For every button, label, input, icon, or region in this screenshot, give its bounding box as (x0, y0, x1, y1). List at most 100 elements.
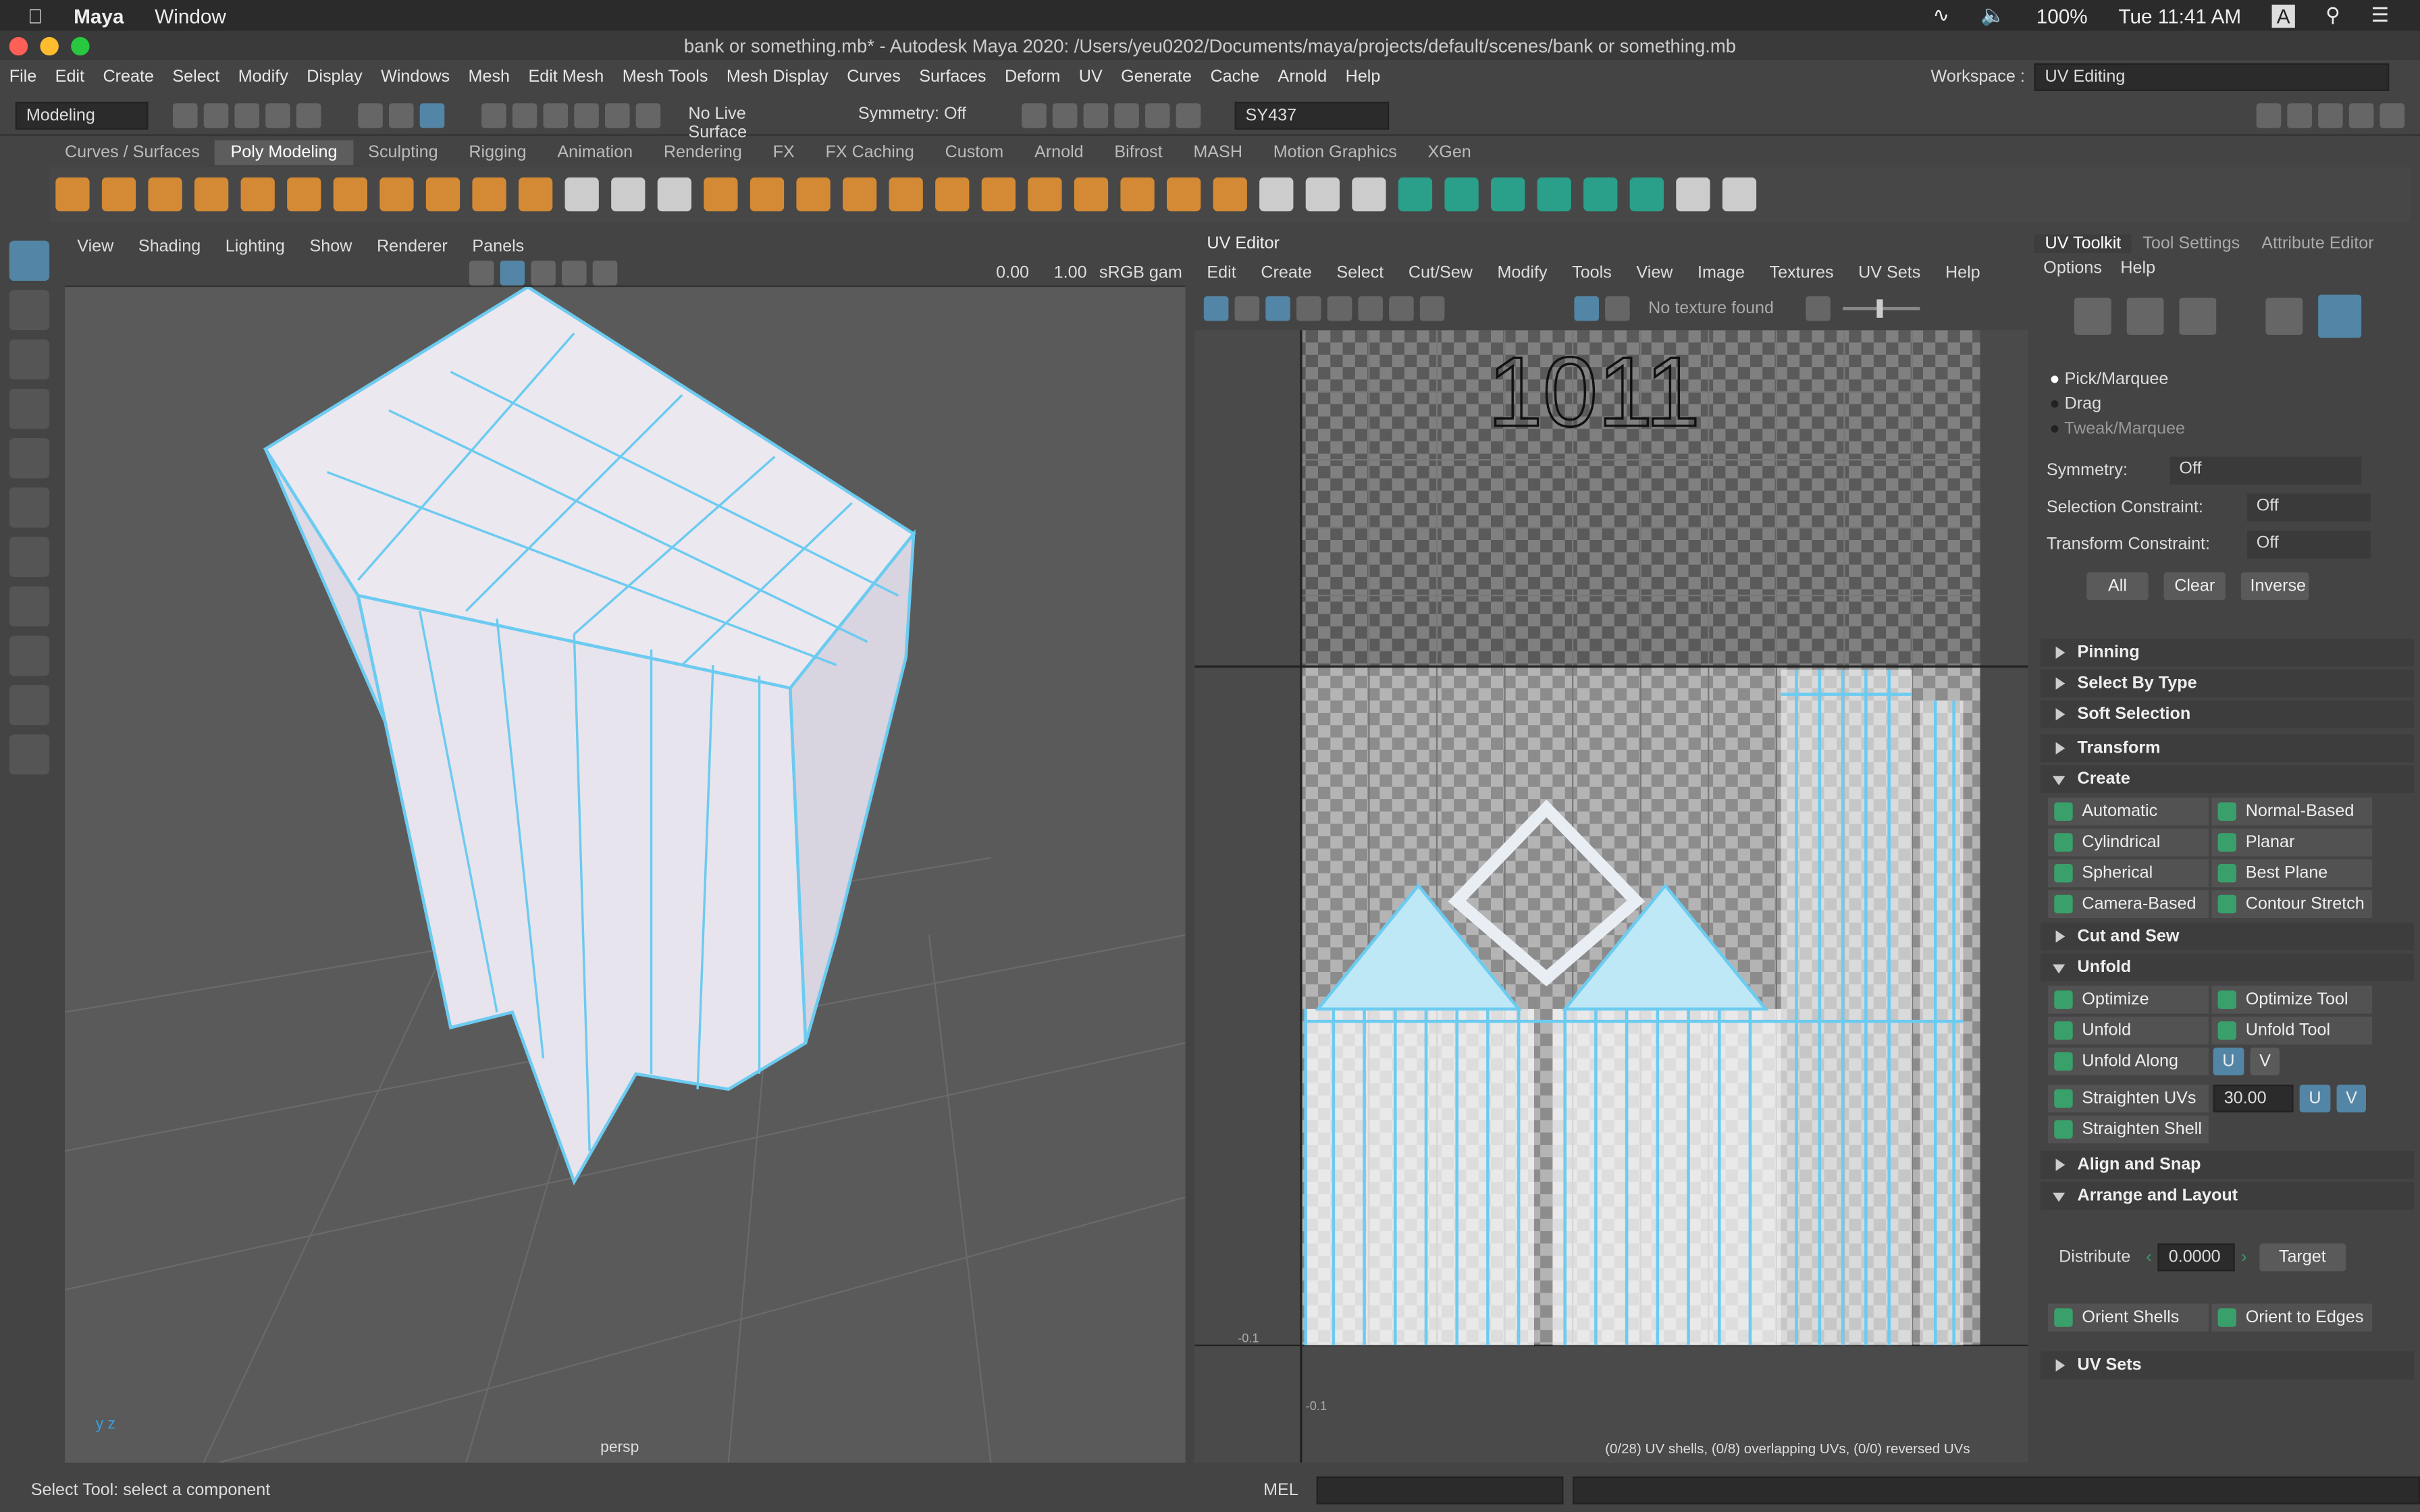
plane-icon[interactable] (287, 177, 321, 212)
sew-uv-icon[interactable] (1722, 177, 1757, 212)
create-section[interactable]: Create (2040, 765, 2414, 793)
cylindrical-button[interactable]: Cylindrical (2048, 828, 2209, 857)
shelf-tab-rigging[interactable]: Rigging (453, 140, 542, 165)
shelf-tab-bifrost[interactable]: Bifrost (1099, 140, 1178, 165)
select-component-icon[interactable] (419, 102, 445, 128)
building-mesh[interactable] (263, 287, 916, 1186)
menu-mesh-tools[interactable]: Mesh Tools (623, 68, 708, 86)
mirror-icon[interactable] (889, 177, 923, 212)
bevel-icon[interactable] (981, 177, 1016, 212)
uv-snap-icon[interactable] (1327, 296, 1352, 321)
spherical-map-icon[interactable] (1537, 177, 1571, 212)
connect-icon[interactable] (1305, 177, 1340, 212)
menu-deform[interactable]: Deform (1005, 68, 1060, 86)
hypershade-icon[interactable] (1145, 102, 1170, 128)
radio-drag[interactable]: ● Drag (2049, 392, 2420, 417)
uv-menu-modify[interactable]: Modify (1497, 264, 1547, 282)
uv-shell-icon[interactable] (1203, 296, 1229, 321)
perspective-viewport[interactable]: View Shading Lighting Show Renderer Panels 0.… (64, 234, 1186, 1463)
orient-to-edges-button[interactable]: Orient to Edges (2211, 1303, 2373, 1332)
shelf-tab-mash[interactable]: MASH (1178, 140, 1257, 165)
uv-shade-icon[interactable] (1265, 296, 1290, 321)
tool-settings-icon[interactable] (2318, 102, 2343, 128)
save-scene-icon[interactable] (234, 102, 259, 128)
center-pivot-icon[interactable] (657, 177, 691, 212)
unfold-v-button[interactable]: V (2250, 1047, 2280, 1076)
quad-draw-icon[interactable] (1352, 177, 1386, 212)
checker-tile-icon[interactable] (1605, 296, 1630, 321)
viewport-menu-renderer[interactable]: Renderer (377, 238, 448, 256)
render-frame-icon[interactable] (1022, 102, 1047, 128)
snap-grid-icon[interactable] (481, 102, 506, 128)
paint-select-icon[interactable] (9, 339, 50, 380)
snap-point-icon[interactable] (543, 102, 569, 128)
apple-icon[interactable]:  (28, 4, 43, 27)
bridge-icon[interactable] (1028, 177, 1062, 212)
menu-file[interactable]: File (9, 68, 37, 86)
uv-menu-create[interactable]: Create (1261, 264, 1311, 282)
menu-display[interactable]: Display (307, 68, 362, 86)
planar-button[interactable]: Planar (2211, 828, 2373, 857)
shelf-tab-sculpting[interactable]: Sculpting (352, 140, 453, 165)
viewport-menu-lighting[interactable]: Lighting (226, 238, 285, 256)
unfold-section[interactable]: Unfold (2040, 953, 2414, 981)
exposure-value[interactable]: 0.00 (996, 263, 1029, 281)
transform-section[interactable]: Transform (2040, 734, 2414, 763)
cylindrical-map-icon[interactable] (1490, 177, 1525, 212)
menu-windows[interactable]: Windows (381, 68, 450, 86)
best-plane-button[interactable]: Best Plane (2211, 859, 2373, 888)
smooth-icon[interactable] (796, 177, 831, 212)
channel-box-icon[interactable] (2348, 102, 2374, 128)
app-name[interactable]: Maya (74, 4, 124, 27)
render-sequence-icon[interactable] (1052, 102, 1078, 128)
straighten-shell-button[interactable]: Straighten Shell (2048, 1115, 2209, 1143)
layout-icon[interactable] (1629, 177, 1664, 212)
uv-menu-view[interactable]: View (1636, 264, 1673, 282)
disc-icon[interactable] (333, 177, 367, 212)
optimize-button[interactable]: Optimize (2048, 986, 2209, 1014)
shading-icon[interactable] (469, 260, 494, 285)
workspace-dropdown[interactable]: UV Editing (2034, 63, 2390, 91)
pause-icon[interactable] (1176, 102, 1201, 128)
live-surface-field[interactable]: No Live Surface (679, 101, 818, 141)
open-scene-icon[interactable] (203, 102, 229, 128)
menu-curves[interactable]: Curves (847, 68, 901, 86)
snap-curve-icon[interactable] (512, 102, 537, 128)
menu-surfaces[interactable]: Surfaces (919, 68, 986, 86)
menu-help[interactable]: Help (1346, 68, 1381, 86)
clear-button[interactable]: Clear (2163, 572, 2226, 601)
boolean-icon[interactable] (842, 177, 877, 212)
pinning-section[interactable]: Pinning (2040, 639, 2414, 667)
uv-select-mode-icon[interactable] (2265, 298, 2303, 335)
new-scene-icon[interactable] (172, 102, 198, 128)
multi-cut-icon[interactable] (1213, 177, 1247, 212)
menu-generate[interactable]: Generate (1121, 68, 1192, 86)
menu-select[interactable]: Select (172, 68, 219, 86)
straighten-v-button[interactable]: V (2336, 1084, 2367, 1112)
target-button[interactable]: Target (2259, 1243, 2346, 1272)
uv-vertex-mode-icon[interactable] (2074, 298, 2111, 335)
menu-modify[interactable]: Modify (238, 68, 288, 86)
svg-icon[interactable] (518, 177, 553, 212)
extrude-icon[interactable] (935, 177, 970, 212)
straighten-uvs-button[interactable]: Straighten UVs (2048, 1084, 2209, 1112)
sphere-icon[interactable] (55, 177, 90, 212)
select-all-button[interactable]: All (2086, 572, 2149, 601)
straighten-angle-field[interactable]: 30.00 (2213, 1084, 2294, 1112)
optimize-tool-button[interactable]: Optimize Tool (2211, 986, 2373, 1014)
last-tool-icon[interactable] (9, 537, 50, 577)
mel-label[interactable]: MEL (1263, 1481, 1298, 1499)
planar-map-icon[interactable] (1398, 177, 1433, 212)
viewport-menu-view[interactable]: View (77, 238, 113, 256)
brightness-slider[interactable] (1843, 299, 1920, 318)
tab-uv-toolkit[interactable]: UV Toolkit (2034, 234, 2132, 253)
uv-canvas[interactable]: 1011 -0.1 -0.1 (0/28) UV shells, (0/8) o… (1194, 330, 2028, 1463)
target-weld-icon[interactable] (1259, 177, 1294, 212)
select-by-type-section[interactable]: Select By Type (2040, 669, 2414, 698)
four-pane-icon[interactable] (9, 635, 50, 676)
snap-view-icon[interactable] (574, 102, 599, 128)
input-source[interactable]: A (2271, 3, 2295, 27)
shelf-tab-fx[interactable]: FX (758, 140, 810, 165)
viewport-menu-show[interactable]: Show (309, 238, 352, 256)
transform-constraint-select[interactable]: Off (2246, 531, 2371, 559)
